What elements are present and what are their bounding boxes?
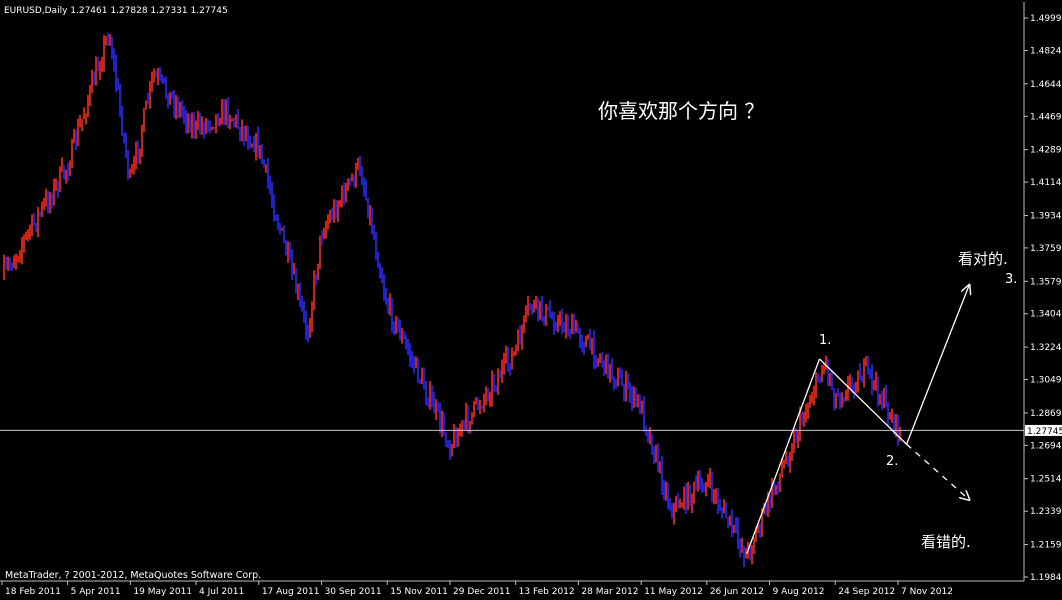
copyright-text: MetaTrader, ? 2001-2012, MetaQuotes Soft…: [5, 570, 261, 581]
price-tick-label: 1.49990: [1030, 14, 1062, 24]
time-tick-label: 4 Jul 2011: [199, 587, 244, 597]
price-tick-label: 1.35790: [1030, 277, 1062, 287]
price-tick-label: 1.41140: [1030, 178, 1062, 188]
time-tick-label: 26 Jun 2012: [710, 587, 764, 597]
time-tick-label: 15 Nov 2011: [390, 587, 448, 597]
time-tick-label: 29 Dec 2011: [453, 587, 511, 597]
price-chart: 1.49990 1.48240 1.46440 1.44690 1.42890 1.411…: [0, 0, 1062, 600]
symbol-info: EURUSD,Daily 1.27461 1.27828 1.27331 1.2…: [4, 6, 228, 16]
time-tick-label: 9 Aug 2012: [773, 587, 825, 597]
point-label-1: 1.: [819, 333, 831, 348]
chart-background: [0, 0, 1062, 600]
price-tick-label: 1.19840: [1030, 573, 1062, 583]
time-tick-label: 5 Apr 2011: [71, 587, 121, 597]
time-tick-label: 24 Sep 2012: [838, 587, 895, 597]
price-tick-label: 1.28690: [1030, 409, 1062, 419]
right-direction-label: 看对的.: [958, 250, 1008, 268]
price-tick-label: 1.34040: [1030, 310, 1062, 320]
price-tick-label: 1.42890: [1030, 146, 1062, 156]
point-label-3: 3.: [1005, 272, 1017, 287]
price-tick-label: 1.44690: [1030, 112, 1062, 122]
time-tick-label: 28 Mar 2012: [581, 587, 638, 597]
time-tick-label: 13 Feb 2012: [519, 587, 575, 597]
svg-text:1.27745: 1.27745: [1027, 427, 1062, 437]
price-tick-label: 1.37590: [1030, 244, 1062, 254]
wrong-direction-label: 看错的.: [921, 533, 971, 551]
question-text: 你喜欢那个方向 ？: [598, 99, 764, 123]
price-tick-label: 1.39340: [1030, 211, 1062, 221]
time-tick-label: 30 Sep 2011: [325, 587, 382, 597]
time-tick-label: 19 May 2011: [133, 587, 192, 597]
price-tick-label: 1.26940: [1030, 441, 1062, 451]
time-tick-label: 17 Aug 2011: [262, 587, 320, 597]
current-price-label: 1.27745: [1025, 424, 1062, 437]
price-tick-label: 1.23390: [1030, 507, 1062, 517]
price-tick-label: 1.21590: [1030, 541, 1062, 551]
time-tick-label: 11 May 2012: [644, 587, 703, 597]
price-tick-label: 1.30490: [1030, 376, 1062, 386]
price-tick-label: 1.32240: [1030, 343, 1062, 353]
point-label-2: 2.: [886, 454, 898, 469]
time-tick-label: 7 Nov 2012: [901, 587, 953, 597]
price-tick-label: 1.46440: [1030, 80, 1062, 90]
price-tick-label: 1.25140: [1030, 475, 1062, 485]
time-tick-label: 18 Feb 2011: [5, 587, 61, 597]
price-tick-label: 1.48240: [1030, 46, 1062, 56]
